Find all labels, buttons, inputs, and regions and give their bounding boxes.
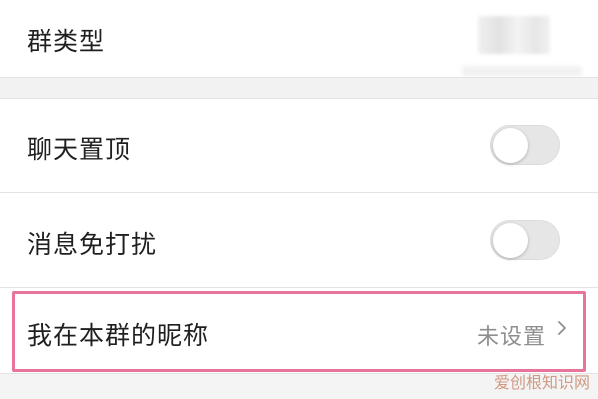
pin-chat-label: 聊天置顶 — [27, 135, 132, 164]
settings-row-mute-notifications: 消息免打扰 — [0, 193, 598, 287]
divider — [0, 77, 598, 78]
settings-row-group-nickname[interactable]: 我在本群的昵称 未设置 — [0, 288, 598, 372]
mute-notifications-label: 消息免打扰 — [27, 230, 158, 259]
chevron-right-icon — [558, 321, 566, 335]
toggle-knob — [493, 128, 528, 163]
blurred-group-type-value-shadow — [462, 66, 582, 76]
group-nickname-label: 我在本群的昵称 — [27, 321, 210, 350]
toggle-knob — [493, 223, 528, 258]
mute-notifications-toggle[interactable] — [490, 220, 560, 260]
settings-row-group-type[interactable]: 群类型 — [0, 0, 598, 77]
pin-chat-toggle[interactable] — [490, 125, 560, 165]
blurred-group-type-value — [478, 16, 550, 54]
watermark-text: 爱创根知识网 — [493, 373, 590, 392]
section-separator — [0, 77, 598, 99]
group-type-label: 群类型 — [27, 27, 106, 56]
group-nickname-value: 未设置 — [476, 325, 546, 350]
settings-row-pin-chat: 聊天置顶 — [0, 99, 598, 192]
